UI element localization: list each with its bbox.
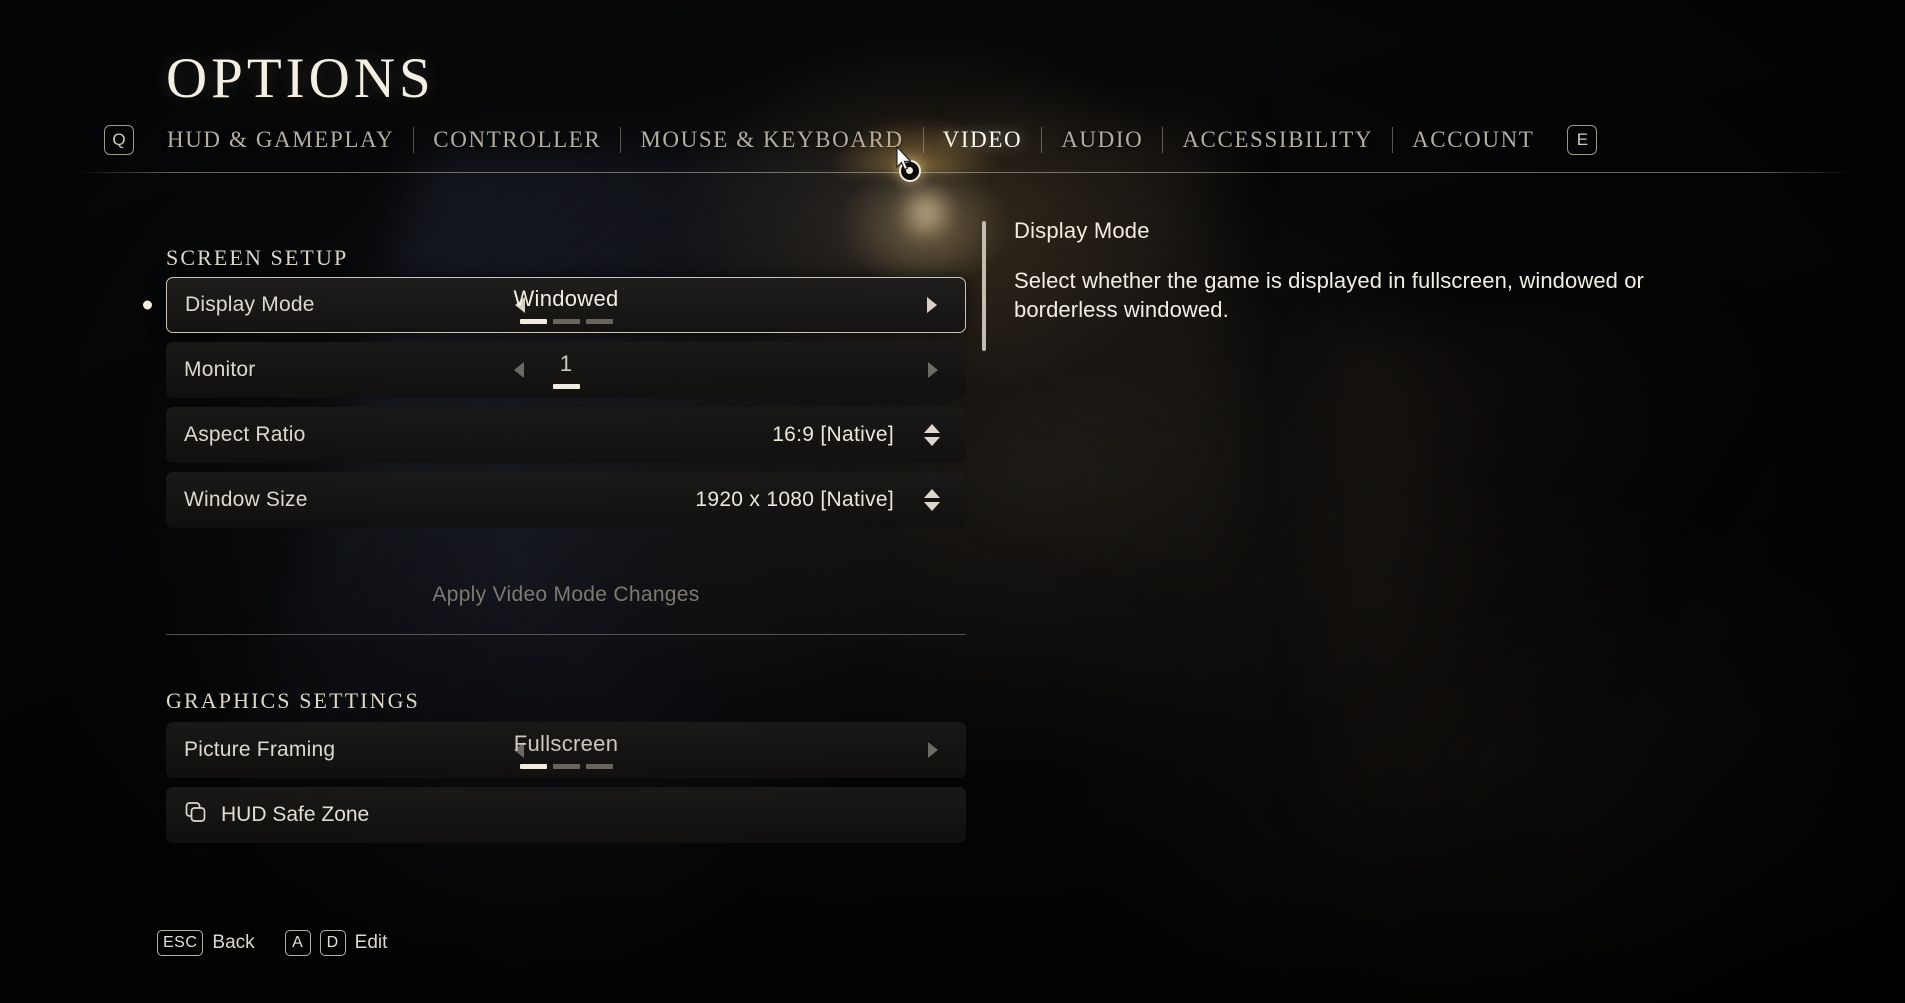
arrow-left-icon[interactable] [514, 742, 524, 758]
step-dash [585, 764, 613, 769]
section-heading-graphics-settings: GRAPHICS SETTINGS [166, 688, 420, 713]
chevron-down-icon[interactable] [924, 502, 940, 511]
chevron-up-icon[interactable] [924, 489, 940, 498]
option-row-hud-safe-zone[interactable]: HUD Safe Zone [166, 787, 966, 843]
apply-video-mode-changes-button[interactable]: Apply Video Mode Changes [166, 572, 966, 618]
arrow-right-icon[interactable] [928, 742, 938, 758]
option-value: Windowed [513, 286, 619, 311]
next-tab-key[interactable]: E [1567, 125, 1598, 155]
option-label: Aspect Ratio [184, 423, 306, 446]
option-row-monitor[interactable]: Monitor 1 [166, 342, 966, 398]
page-title: OPTIONS [166, 47, 435, 110]
footer-label-back: Back [212, 932, 255, 953]
step-dash [519, 764, 547, 769]
arrow-right-icon[interactable] [928, 362, 938, 378]
footer-label-edit: Edit [354, 932, 388, 953]
option-row-window-size[interactable]: Window Size 1920 x 1080 [Native] [166, 472, 966, 528]
header-divider [76, 172, 1854, 173]
footer-key-d[interactable]: D [319, 930, 346, 956]
arrow-right-icon[interactable] [927, 297, 937, 313]
graphics-settings-rows: Picture Framing Fullscreen HUD Safe Zone [166, 722, 966, 852]
footer-key-esc[interactable]: ESC [157, 930, 204, 956]
tab-audio[interactable]: AUDIO [1042, 127, 1162, 153]
description-title: Display Mode [1014, 218, 1150, 243]
stepper-updown-icon[interactable] [924, 424, 940, 446]
section-heading-screen-setup: SCREEN SETUP [166, 245, 349, 270]
option-step-indicator [519, 764, 613, 769]
step-dash [552, 319, 580, 324]
option-value: 1920 x 1080 [Native] [695, 488, 894, 511]
section-divider [166, 634, 966, 635]
chevron-down-icon[interactable] [924, 437, 940, 446]
screen-setup-rows: Display Mode Windowed Monitor 1 Aspect Ratio… [143, 277, 966, 537]
step-dash [552, 764, 580, 769]
option-label: Picture Framing [184, 738, 336, 761]
option-step-indicator [552, 384, 580, 389]
option-label: Window Size [184, 488, 308, 511]
mouse-cursor [896, 146, 912, 171]
option-row-aspect-ratio[interactable]: Aspect Ratio 16:9 [Native] [166, 407, 966, 463]
arrow-left-icon[interactable] [514, 362, 524, 378]
chevron-up-icon[interactable] [924, 424, 940, 433]
arrow-left-icon[interactable] [515, 297, 525, 313]
tab-accessibility[interactable]: ACCESSIBILITY [1163, 127, 1392, 153]
step-dash [519, 319, 547, 324]
option-row-picture-framing[interactable]: Picture Framing Fullscreen [166, 722, 966, 778]
tab-controller[interactable]: CONTROLLER [414, 127, 620, 153]
overlapping-squares-icon [184, 801, 208, 830]
step-dash [552, 384, 580, 389]
tab-account[interactable]: ACCOUNT [1393, 127, 1553, 153]
description-body: Select whether the game is displayed in … [1014, 268, 1644, 323]
footer-key-a[interactable]: A [284, 930, 311, 956]
step-dash [585, 319, 613, 324]
option-value-group: 1 [166, 351, 966, 389]
stepper-updown-icon[interactable] [924, 489, 940, 511]
option-row-display-mode[interactable]: Display Mode Windowed [143, 277, 966, 333]
option-label: Display Mode [185, 293, 315, 316]
description-panel: Display Mode Select whether the game is … [982, 218, 1714, 351]
option-step-indicator [519, 319, 613, 324]
option-value: Fullscreen [513, 731, 619, 756]
prev-tab-key[interactable]: Q [104, 125, 134, 155]
option-value: 1 [559, 351, 573, 376]
option-label: Monitor [184, 358, 256, 381]
description-scrollbar[interactable] [982, 221, 986, 351]
footer-hints: ESC Back A D Edit [157, 930, 387, 956]
tab-hud-gameplay[interactable]: HUD & GAMEPLAY [148, 127, 413, 153]
option-label: HUD Safe Zone [221, 803, 370, 826]
selection-bullet [143, 300, 152, 310]
option-value: 16:9 [Native] [772, 423, 894, 446]
